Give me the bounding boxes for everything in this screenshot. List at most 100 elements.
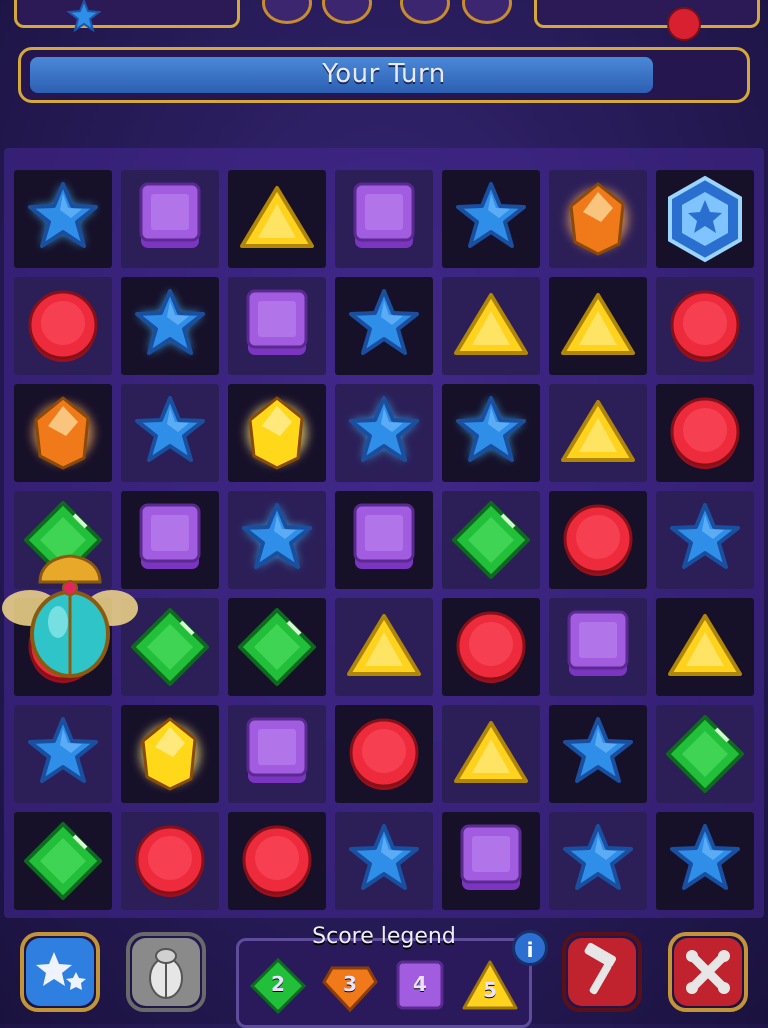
diamond-gem-icon: [666, 715, 744, 793]
board-cell[interactable]: [442, 491, 540, 589]
diamond-gem-icon: [238, 608, 316, 686]
board-cell[interactable]: [549, 170, 647, 268]
board-cell[interactable]: [549, 598, 647, 696]
turn-timer-bar: Your Turn: [18, 47, 750, 103]
square-gem-icon: [353, 182, 415, 248]
circle-gem-icon: [670, 290, 740, 362]
board-cell[interactable]: [228, 705, 326, 803]
star-glow-gem-icon: [349, 396, 419, 462]
star-gem-icon: [563, 717, 633, 783]
board-cell[interactable]: [656, 170, 754, 268]
player-star-icon: [67, 0, 101, 33]
board-cell[interactable]: [656, 705, 754, 803]
board-cell[interactable]: [549, 384, 647, 482]
board-cell[interactable]: [335, 705, 433, 803]
star-gem-icon: [456, 182, 526, 248]
turn-label: Your Turn: [322, 59, 446, 89]
board-cell[interactable]: [14, 705, 112, 803]
board-cell[interactable]: [14, 384, 112, 482]
round-indicator: [322, 0, 372, 24]
board-cell[interactable]: [442, 598, 540, 696]
board-cell[interactable]: [549, 277, 647, 375]
board-cell[interactable]: [335, 277, 433, 375]
shuffle-button[interactable]: [668, 932, 748, 1012]
circle-gem-icon: [349, 718, 419, 790]
crystal-yellow-gem-icon: [140, 717, 200, 791]
board-cell[interactable]: [656, 491, 754, 589]
legend-item-square: 4: [390, 956, 450, 1016]
player-panel: [14, 0, 240, 33]
board-cell[interactable]: [442, 705, 540, 803]
legend-item-triangle: 5: [460, 956, 520, 1016]
star-gem-icon: [28, 717, 98, 783]
star-gem-icon: [670, 824, 740, 890]
board-cell[interactable]: [121, 277, 219, 375]
board-cell[interactable]: [228, 812, 326, 910]
board-cell[interactable]: [335, 491, 433, 589]
board-cell[interactable]: [121, 384, 219, 482]
board-cell[interactable]: [656, 384, 754, 482]
board-cell[interactable]: [335, 812, 433, 910]
star-glow-gem-icon: [456, 396, 526, 462]
legend-value: 4: [413, 972, 427, 996]
crystal-orange-gem-icon: [568, 182, 628, 256]
square-gem-icon: [139, 182, 201, 248]
board-cell[interactable]: [335, 170, 433, 268]
board-cell[interactable]: [228, 598, 326, 696]
board-cell[interactable]: [549, 812, 647, 910]
board-cell[interactable]: [228, 384, 326, 482]
board-cell[interactable]: [121, 812, 219, 910]
square-gem-icon: [353, 503, 415, 569]
square-gem-icon: [460, 824, 522, 890]
circle-gem-icon: [456, 611, 526, 683]
diamond-gem-icon: [452, 501, 530, 579]
board-cell[interactable]: [121, 705, 219, 803]
board-cell[interactable]: [442, 812, 540, 910]
round-indicator: [462, 0, 512, 24]
board-cell[interactable]: [656, 812, 754, 910]
square-gem-icon: [567, 610, 629, 676]
triangle-gem-icon: [561, 293, 635, 355]
scarab-icon: [2, 554, 138, 678]
legend-item-diamond: 2: [248, 956, 308, 1016]
triangle-gem-icon: [561, 400, 635, 462]
board-cell[interactable]: [14, 277, 112, 375]
star-glow-gem-icon: [135, 289, 205, 355]
hammer-button[interactable]: [562, 932, 642, 1012]
hex-star-gem-icon: [668, 175, 742, 263]
board-cell[interactable]: [549, 705, 647, 803]
round-indicator: [262, 0, 312, 24]
star-gem-icon: [349, 289, 419, 355]
star-glow-gem-icon: [28, 182, 98, 248]
triangle-gem-icon: [668, 614, 742, 676]
board-cell[interactable]: [228, 170, 326, 268]
star-gem-icon: [563, 824, 633, 890]
circle-gem-icon: [135, 825, 205, 897]
opponent-gem-icon: [667, 7, 701, 41]
triangle-gem-icon: [240, 186, 314, 248]
round-indicator: [400, 0, 450, 24]
triangle-gem-icon: [347, 614, 421, 676]
board-cell[interactable]: [442, 277, 540, 375]
circle-gem-icon: [563, 504, 633, 576]
star-gem-icon: [670, 503, 740, 569]
board-cell[interactable]: [14, 170, 112, 268]
board-cell[interactable]: [121, 170, 219, 268]
opponent-panel: [534, 0, 760, 41]
square-gem-icon: [246, 717, 308, 783]
board-cell[interactable]: [656, 277, 754, 375]
circle-gem-icon: [242, 825, 312, 897]
board-cell[interactable]: [442, 170, 540, 268]
board-cell[interactable]: [14, 812, 112, 910]
board-cell[interactable]: [335, 598, 433, 696]
star-glow-gem-icon: [242, 503, 312, 569]
board-cell[interactable]: [656, 598, 754, 696]
triangle-gem-icon: [454, 293, 528, 355]
board-cell[interactable]: [549, 491, 647, 589]
board-cell[interactable]: [442, 384, 540, 482]
board-cell[interactable]: [228, 277, 326, 375]
board-cell[interactable]: [335, 384, 433, 482]
crystal-yellow-gem-icon: [247, 396, 307, 470]
crystal-orange-gem-icon: [33, 396, 93, 470]
board-cell[interactable]: [228, 491, 326, 589]
